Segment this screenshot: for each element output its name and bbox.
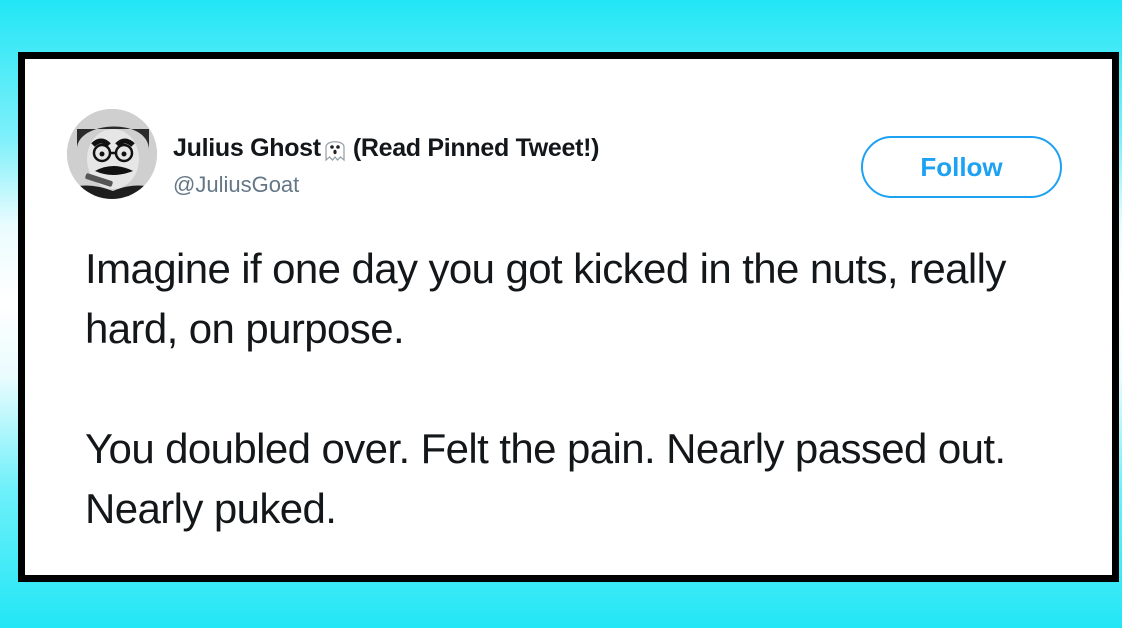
tweet-paragraph: You doubled over. Felt the pain. Nearly … bbox=[85, 425, 1006, 532]
tweet-paragraph: Imagine if one day you got kicked in the… bbox=[85, 245, 1006, 352]
author-handle[interactable]: @JuliusGoat bbox=[173, 172, 299, 198]
author-name-suffix: (Read Pinned Tweet!) bbox=[352, 134, 600, 162]
ghost-emoji-icon bbox=[323, 136, 347, 162]
tweet-body: Imagine if one day you got kicked in the… bbox=[85, 239, 1065, 539]
author-display-name: Julius Ghost bbox=[173, 134, 321, 162]
avatar[interactable] bbox=[67, 109, 157, 199]
follow-button[interactable]: Follow bbox=[861, 136, 1062, 198]
tweet-card: Julius Ghost (Read Pinned Tweet!) @Juliu… bbox=[18, 52, 1119, 582]
author-name-line[interactable]: Julius Ghost (Read Pinned Tweet!) bbox=[173, 134, 599, 163]
